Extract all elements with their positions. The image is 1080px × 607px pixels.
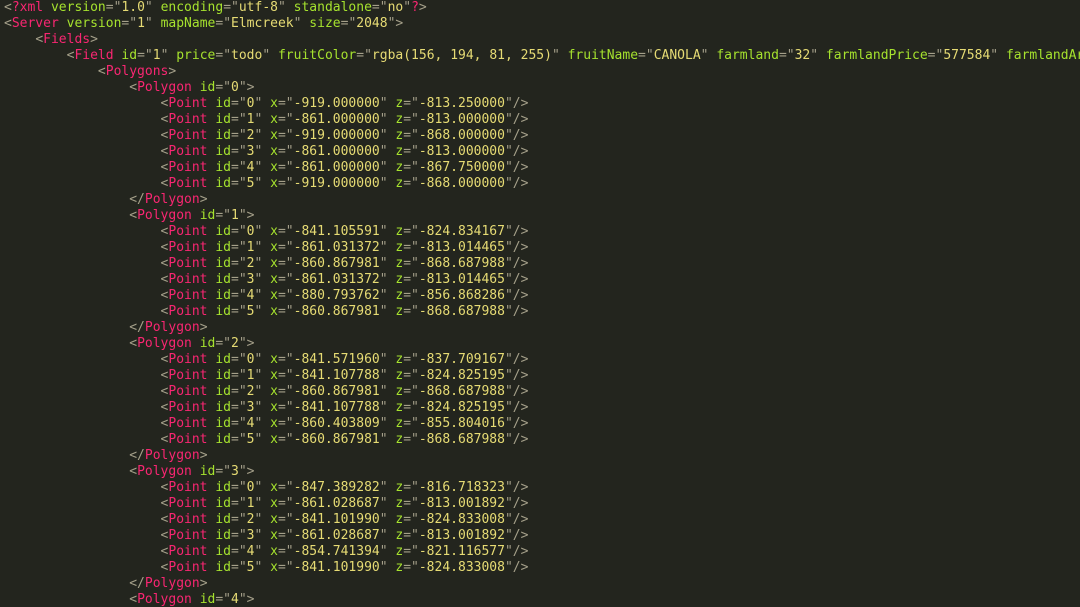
xml-source-view[interactable]: <?xml version="1.0" encoding="utf-8" sta… [0, 0, 1080, 607]
